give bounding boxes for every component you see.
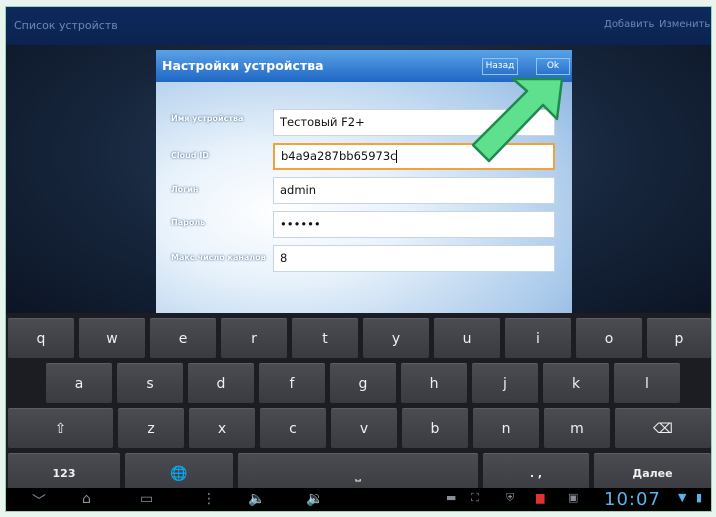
login-input[interactable]: admin: [273, 177, 555, 204]
keyboard-status-icon: ▬: [446, 491, 457, 504]
volume-down-icon[interactable]: 🔈: [248, 491, 265, 507]
key-s[interactable]: s: [117, 363, 183, 403]
punctuation-key[interactable]: . ,: [483, 453, 589, 493]
backspace-key[interactable]: ⌫: [615, 408, 711, 448]
add-button[interactable]: Добавить: [604, 19, 654, 30]
menu-icon[interactable]: ⋮: [202, 491, 216, 507]
flag-icon: ▆: [536, 491, 545, 504]
key-q[interactable]: q: [8, 318, 74, 358]
key-e[interactable]: e: [150, 318, 216, 358]
key-m[interactable]: m: [544, 408, 610, 448]
pointer-arrow-icon: [471, 77, 564, 163]
usb-icon: ⛨: [506, 491, 515, 504]
login-label: Логин: [171, 185, 199, 194]
key-h[interactable]: h: [401, 363, 467, 403]
numbers-key[interactable]: 123: [8, 453, 120, 493]
backspace-icon: ⌫: [653, 421, 673, 437]
dialog-title: Настройки устройства: [162, 58, 324, 73]
key-g[interactable]: g: [330, 363, 396, 403]
key-k[interactable]: k: [543, 363, 609, 403]
screenshot-icon: ▣: [568, 491, 579, 504]
key-v[interactable]: v: [331, 408, 397, 448]
key-y[interactable]: y: [363, 318, 429, 358]
text-cursor: [396, 150, 398, 163]
home-nav-icon[interactable]: ⌂: [82, 491, 91, 507]
recent-apps-icon[interactable]: ▭: [140, 491, 153, 507]
wifi-icon: ▼: [678, 491, 687, 504]
key-b[interactable]: b: [402, 408, 468, 448]
key-i[interactable]: i: [505, 318, 571, 358]
shift-icon: ⇧: [54, 421, 67, 437]
device-name-label: Имя устройства: [171, 114, 244, 123]
ok-button[interactable]: Ok: [536, 58, 570, 75]
key-t[interactable]: t: [292, 318, 358, 358]
shift-key[interactable]: ⇧: [8, 408, 113, 448]
globe-icon: 🌐: [170, 466, 188, 482]
key-r[interactable]: r: [221, 318, 287, 358]
key-p[interactable]: p: [647, 318, 711, 358]
next-key[interactable]: Далее: [594, 453, 711, 493]
language-key[interactable]: 🌐: [125, 453, 233, 493]
fullscreen-icon: ⛶: [471, 491, 479, 504]
key-a[interactable]: a: [46, 363, 112, 403]
key-l[interactable]: l: [614, 363, 680, 403]
key-z[interactable]: z: [118, 408, 184, 448]
clock: 10:07: [604, 489, 661, 510]
app-title: Список устройств: [14, 19, 118, 32]
edit-button[interactable]: Изменить: [659, 19, 710, 30]
key-o[interactable]: o: [576, 318, 642, 358]
max-channels-label: Макс.число каналов: [171, 253, 266, 262]
key-w[interactable]: w: [79, 318, 145, 358]
max-channels-input[interactable]: 8: [273, 245, 555, 272]
battery-icon: ▮: [696, 491, 703, 504]
onscreen-keyboard: q w e r t y u i o p a s d f g h j k l ⇧ …: [6, 313, 711, 493]
back-nav-icon[interactable]: ﹀: [32, 491, 46, 511]
key-x[interactable]: x: [189, 408, 255, 448]
back-button[interactable]: Назад: [482, 58, 518, 75]
key-j[interactable]: j: [472, 363, 538, 403]
key-f[interactable]: f: [259, 363, 325, 403]
cloud-id-value: b4a9a287bb65973c: [281, 149, 397, 163]
key-n[interactable]: n: [473, 408, 539, 448]
password-input[interactable]: ••••••: [273, 211, 555, 238]
space-key[interactable]: ⎵: [238, 453, 478, 493]
key-u[interactable]: u: [434, 318, 500, 358]
key-c[interactable]: c: [260, 408, 326, 448]
key-d[interactable]: d: [188, 363, 254, 403]
cloud-id-label: Cloud ID: [171, 151, 209, 160]
app-top-bar: Список устройств Добавить Изменить: [6, 7, 711, 45]
volume-up-icon[interactable]: 🔉: [306, 491, 323, 507]
password-label: Пароль: [171, 218, 206, 227]
system-navigation-bar: ﹀ ⌂ ▭ ⋮ 🔈 🔉 ▬ ⛶ ⛨ ▆ ▣ 10:07 ▼ ▮: [6, 488, 711, 511]
device-screen: Список устройств Добавить Изменить Настр…: [5, 6, 712, 512]
